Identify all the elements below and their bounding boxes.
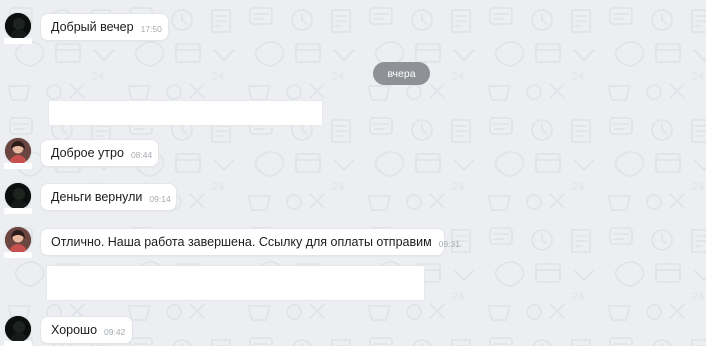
blank-attachment-card [46, 265, 425, 301]
message-text: Добрый вечер [51, 20, 134, 34]
contact-avatar-dark-icon [5, 316, 31, 342]
message-bubble[interactable]: Добрый вечер 17:50 [40, 13, 169, 41]
message-bubble[interactable]: Отлично. Наша работа завершена. Ссылку д… [40, 228, 460, 256]
contact-avatar[interactable] [5, 13, 31, 39]
message-bubble[interactable]: Хорошо 09:42 [40, 316, 133, 344]
avatar-underlay [4, 163, 32, 169]
contact-avatar-photo-icon [5, 227, 31, 253]
contact-avatar-dark-icon [5, 183, 31, 209]
avatar-underlay [4, 38, 32, 44]
message-time: 08:44 [130, 149, 153, 160]
avatar-underlay [4, 208, 32, 214]
message-text: Хорошо [51, 323, 98, 337]
avatar-underlay [4, 341, 32, 346]
message-time: 17:50 [140, 23, 162, 34]
message-text: Отлично. Наша работа завершена. Ссылку д… [51, 235, 432, 249]
contact-avatar[interactable] [5, 138, 31, 164]
message-time: 09:31 [438, 238, 460, 249]
message-bubble[interactable]: Доброе утро 08:44 [40, 139, 159, 167]
date-divider-label: вчера [387, 67, 416, 80]
message-time: 09:42 [104, 326, 126, 337]
avatar-underlay [4, 252, 32, 258]
contact-avatar-dark-icon [5, 13, 31, 39]
message-text: Доброе утро [51, 146, 124, 160]
message-text: Деньги вернули [51, 190, 143, 204]
contact-avatar[interactable] [5, 183, 31, 209]
contact-avatar[interactable] [5, 227, 31, 253]
contact-avatar-photo-icon [5, 138, 31, 164]
date-divider: вчера [373, 62, 430, 85]
message-time: 09:14 [149, 193, 171, 204]
message-bubble[interactable]: Деньги вернули 09:14 [40, 183, 177, 211]
blank-attachment-card [48, 100, 323, 126]
contact-avatar[interactable] [5, 316, 31, 342]
